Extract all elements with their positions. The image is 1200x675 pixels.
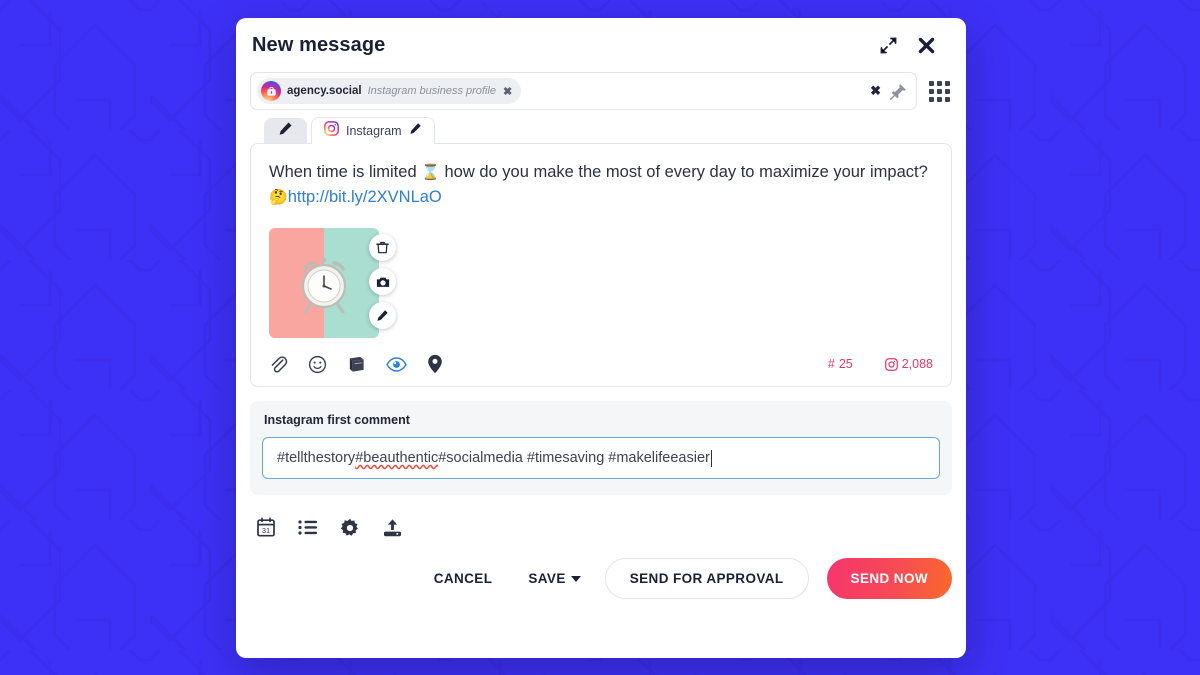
- pencil-icon[interactable]: [409, 122, 422, 140]
- clear-recipients-icon[interactable]: ✖: [862, 83, 889, 99]
- recipient-type: Instagram business profile: [367, 85, 496, 97]
- save-button[interactable]: SAVE: [510, 561, 598, 596]
- map-pin-icon[interactable]: [427, 354, 443, 374]
- character-counter: 2,088: [884, 357, 933, 371]
- media-attachments: [251, 214, 951, 346]
- hourglass-emoji: ⌛: [421, 164, 440, 181]
- recipient-input[interactable]: agency.social Instagram business profile…: [250, 72, 917, 110]
- composer-text[interactable]: When time is limited ⌛ how do you make t…: [251, 144, 951, 214]
- character-count: 2,088: [901, 357, 933, 371]
- hashtag-count: 25: [838, 357, 853, 371]
- smiley-icon[interactable]: [308, 355, 327, 374]
- svg-text:31: 31: [262, 526, 270, 535]
- pencil-icon: [278, 121, 293, 141]
- composer-text-before: When time is limited: [269, 163, 422, 181]
- channel-tabs: Instagram: [236, 110, 966, 144]
- tab-instagram[interactable]: Instagram: [311, 117, 435, 144]
- upload-icon[interactable]: [382, 518, 403, 538]
- thinking-emoji: 🤔: [269, 189, 288, 206]
- first-comment-part-1: #tellthestory: [277, 450, 356, 466]
- gear-icon[interactable]: [340, 518, 360, 538]
- save-button-label: SAVE: [528, 571, 566, 586]
- paperclip-icon[interactable]: [269, 355, 288, 374]
- camera-media-button[interactable]: [369, 268, 396, 295]
- book-icon[interactable]: [347, 355, 366, 374]
- first-comment-panel: Instagram first comment #tellthestory #b…: [250, 401, 952, 495]
- footer-icon-bar: 31: [236, 495, 966, 538]
- footer-action-bar: CANCEL SAVE SEND FOR APPROVAL SEND NOW: [236, 538, 966, 599]
- pushpin-icon[interactable]: [889, 82, 908, 101]
- composer-toolbar: # 25 2,088: [251, 346, 951, 386]
- edit-media-button[interactable]: [369, 302, 396, 329]
- media-thumbnail[interactable]: [269, 228, 379, 338]
- cancel-button[interactable]: CANCEL: [416, 561, 511, 596]
- expand-icon[interactable]: [874, 31, 902, 59]
- hashtag-counter: # 25: [828, 357, 853, 371]
- send-now-button[interactable]: SEND NOW: [826, 558, 952, 599]
- tab-instagram-label: Instagram: [346, 124, 402, 138]
- calendar-31-icon[interactable]: 31: [256, 517, 276, 538]
- delete-media-button[interactable]: [369, 234, 396, 261]
- modal-header: New message: [236, 18, 966, 72]
- avatar: [261, 81, 281, 101]
- send-for-approval-button[interactable]: SEND FOR APPROVAL: [604, 558, 809, 599]
- instagram-icon: [884, 357, 898, 371]
- first-comment-part-3: #socialmedia #timesaving #makelifeeasier: [438, 450, 710, 466]
- message-composer[interactable]: When time is limited ⌛ how do you make t…: [250, 143, 952, 387]
- text-caret: [710, 449, 712, 467]
- composer-text-middle: how do you make the most of every day to…: [439, 163, 928, 181]
- recipient-chip[interactable]: agency.social Instagram business profile…: [257, 78, 522, 104]
- recipient-name: agency.social: [287, 85, 362, 97]
- list-icon[interactable]: [298, 519, 318, 536]
- media-item[interactable]: [269, 228, 396, 338]
- remove-recipient-icon[interactable]: ✖: [503, 85, 512, 98]
- page-title: New message: [252, 33, 386, 56]
- recipient-row: agency.social Instagram business profile…: [236, 72, 966, 110]
- first-comment-label: Instagram first comment: [264, 413, 410, 427]
- hashtag-symbol: #: [827, 357, 835, 371]
- composer-link[interactable]: http://bit.ly/2XVNLaO: [288, 188, 442, 206]
- grid-apps-icon[interactable]: [927, 79, 952, 104]
- chevron-down-icon: [570, 575, 581, 582]
- first-comment-input[interactable]: #tellthestory #beauthentic #socialmedia …: [262, 437, 940, 479]
- tab-compose[interactable]: [264, 118, 307, 144]
- instagram-icon: [324, 121, 339, 141]
- first-comment-part-2: #beauthentic: [355, 450, 439, 466]
- close-icon[interactable]: [912, 31, 940, 59]
- eye-icon[interactable]: [386, 355, 407, 374]
- media-action-buttons: [369, 234, 396, 329]
- new-message-modal: New message agency.social Instagram busi…: [236, 18, 966, 658]
